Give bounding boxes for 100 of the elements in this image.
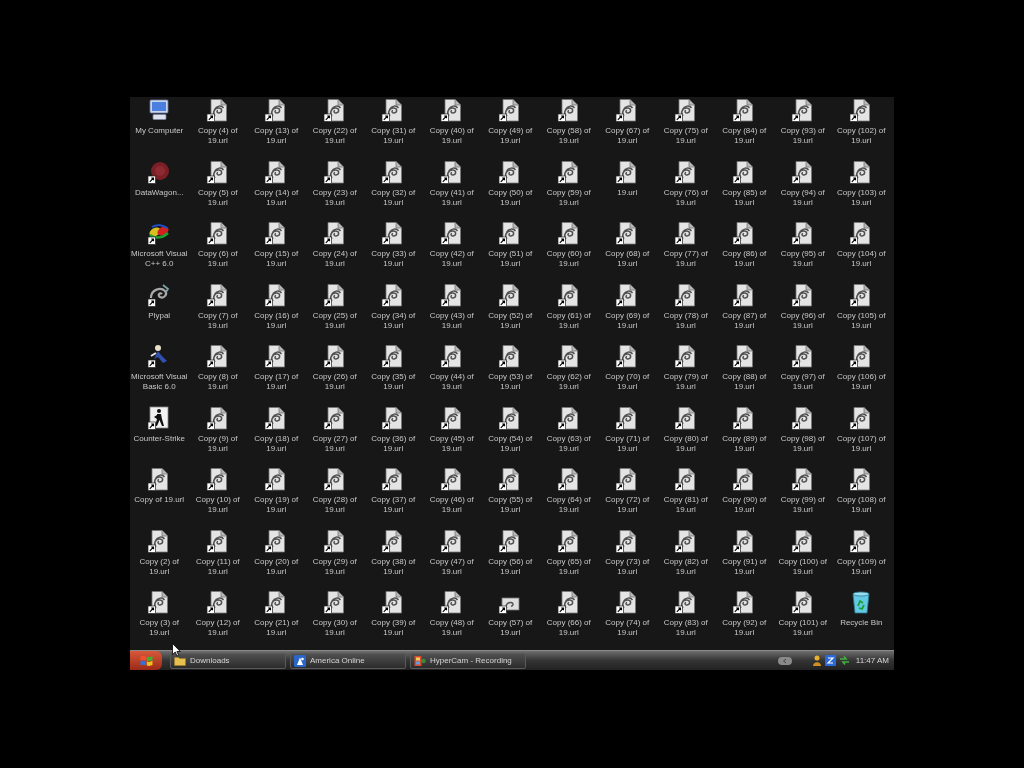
desktop-item[interactable]: Copy (29) of 19.url [305,527,364,577]
desktop-item[interactable]: Copy (59) of 19.url [539,158,598,208]
desktop-item[interactable]: Copy (25) of 19.url [305,281,364,331]
desktop-item[interactable]: Copy (88) of 19.url [715,343,774,392]
desktop-item[interactable]: Copy (35) of 19.url [364,343,423,392]
desktop-item[interactable]: Copy (72) of 19.url [598,466,657,515]
desktop-item[interactable]: Copy (97) of 19.url [773,343,832,392]
desktop-item[interactable]: Recycle Bin [832,589,891,628]
desktop-item[interactable]: Copy (102) of 19.url [832,97,891,146]
desktop-item[interactable]: Copy (89) of 19.url [715,404,774,454]
desktop-item[interactable]: Copy (53) of 19.url [481,343,540,392]
desktop-item[interactable]: Copy (83) of 19.url [656,589,715,638]
desktop-item[interactable]: Copy (75) of 19.url [656,97,715,146]
desktop-item[interactable]: Copy (103) of 19.url [832,158,891,208]
desktop-item[interactable]: Copy (73) of 19.url [598,527,657,577]
desktop-item[interactable]: Copy (31) of 19.url [364,97,423,146]
desktop-item[interactable]: Copy (22) of 19.url [305,97,364,146]
desktop-item[interactable]: Copy (27) of 19.url [305,404,364,454]
desktop-item[interactable]: Copy (41) of 19.url [422,158,481,208]
desktop-item[interactable]: Copy (77) of 19.url [656,220,715,269]
desktop-item[interactable]: Copy (86) of 19.url [715,220,774,269]
desktop-item[interactable]: Copy (87) of 19.url [715,281,774,331]
desktop-item[interactable]: Copy (32) of 19.url [364,158,423,208]
desktop-item[interactable]: Copy (100) of 19.url [773,527,832,577]
desktop-item[interactable]: Copy (34) of 19.url [364,281,423,331]
desktop-item[interactable]: Copy (20) of 19.url [247,527,306,577]
desktop-item[interactable]: Copy (45) of 19.url [422,404,481,454]
desktop-item[interactable]: Copy (51) of 19.url [481,220,540,269]
tile-icon[interactable] [824,655,836,666]
desktop-item[interactable]: Copy (64) of 19.url [539,466,598,515]
desktop-item[interactable]: DataWagon... [130,158,189,198]
desktop-item[interactable]: Copy (61) of 19.url [539,281,598,331]
desktop-item[interactable]: Copy (15) of 19.url [247,220,306,269]
desktop-item[interactable]: Copy (50) of 19.url [481,158,540,208]
person-icon[interactable] [811,655,822,666]
desktop-item[interactable]: Copy (91) of 19.url [715,527,774,577]
desktop-item[interactable]: Copy (81) of 19.url [656,466,715,515]
desktop-item[interactable]: Copy of 19.url [130,466,189,505]
desktop-item[interactable]: Copy (46) of 19.url [422,466,481,515]
desktop-item[interactable]: Copy (8) of 19.url [188,343,247,392]
desktop-item[interactable]: Copy (79) of 19.url [656,343,715,392]
desktop-item[interactable]: Copy (95) of 19.url [773,220,832,269]
desktop-item[interactable]: Copy (36) of 19.url [364,404,423,454]
desktop-item[interactable]: Copy (42) of 19.url [422,220,481,269]
desktop-item[interactable]: Copy (49) of 19.url [481,97,540,146]
desktop-item[interactable]: Copy (60) of 19.url [539,220,598,269]
arrows-icon[interactable] [838,655,850,666]
desktop-item[interactable]: Copy (33) of 19.url [364,220,423,269]
desktop-item[interactable]: Copy (109) of 19.url [832,527,891,577]
desktop-item[interactable]: Copy (69) of 19.url [598,281,657,331]
desktop-item[interactable]: Copy (14) of 19.url [247,158,306,208]
desktop-item[interactable]: Copy (13) of 19.url [247,97,306,146]
desktop-item[interactable]: Copy (12) of 19.url [188,589,247,638]
desktop-item[interactable]: Copy (18) of 19.url [247,404,306,454]
desktop-item[interactable]: Copy (48) of 19.url [422,589,481,638]
desktop-item[interactable]: Copy (58) of 19.url [539,97,598,146]
desktop-item[interactable]: Copy (19) of 19.url [247,466,306,515]
desktop-item[interactable]: Copy (101) of 19.url [773,589,832,638]
start-button[interactable] [130,651,162,670]
desktop-item[interactable]: Copy (4) of 19.url [188,97,247,146]
desktop-item[interactable]: Copy (106) of 19.url [832,343,891,392]
desktop-item[interactable]: Copy (43) of 19.url [422,281,481,331]
desktop-item[interactable]: Copy (47) of 19.url [422,527,481,577]
desktop-item[interactable]: Copy (52) of 19.url [481,281,540,331]
desktop-item[interactable]: Copy (2) of 19.url [130,527,189,577]
desktop-item[interactable]: Copy (104) of 19.url [832,220,891,269]
desktop-item[interactable]: Copy (54) of 19.url [481,404,540,454]
desktop-item[interactable]: Copy (39) of 19.url [364,589,423,638]
desktop-item[interactable]: Copy (68) of 19.url [598,220,657,269]
chevron-icon[interactable] [777,656,792,665]
desktop-item[interactable]: Copy (21) of 19.url [247,589,306,638]
desktop-item[interactable]: Copy (24) of 19.url [305,220,364,269]
desktop-item[interactable]: Copy (65) of 19.url [539,527,598,577]
desktop-item[interactable]: Copy (74) of 19.url [598,589,657,638]
desktop-item[interactable]: Copy (37) of 19.url [364,466,423,515]
desktop-item[interactable]: Copy (99) of 19.url [773,466,832,515]
taskbar-button[interactable]: America Online [290,652,406,669]
desktop-item[interactable]: Copy (11) of 19.url [188,527,247,577]
desktop-item[interactable]: Copy (44) of 19.url [422,343,481,392]
desktop-item[interactable]: Microsoft Visual Basic 6.0 [130,343,189,392]
desktop-item[interactable]: Copy (23) of 19.url [305,158,364,208]
desktop-item[interactable]: Copy (10) of 19.url [188,466,247,515]
desktop-item[interactable]: Copy (108) of 19.url [832,466,891,515]
desktop-item[interactable]: 19.url [598,158,657,198]
desktop-item[interactable]: Copy (70) of 19.url [598,343,657,392]
desktop-item[interactable]: Copy (107) of 19.url [832,404,891,454]
desktop-item[interactable]: Plypal [130,281,189,321]
desktop-item[interactable]: Copy (63) of 19.url [539,404,598,454]
desktop-item[interactable]: Copy (96) of 19.url [773,281,832,331]
desktop-item[interactable]: Copy (62) of 19.url [539,343,598,392]
desktop-item[interactable]: Copy (55) of 19.url [481,466,540,515]
desktop-item[interactable]: Copy (105) of 19.url [832,281,891,331]
desktop-item[interactable]: Copy (3) of 19.url [130,589,189,638]
desktop-item[interactable]: Copy (9) of 19.url [188,404,247,454]
desktop-item[interactable]: Copy (71) of 19.url [598,404,657,454]
desktop-item[interactable]: Copy (94) of 19.url [773,158,832,208]
desktop-item[interactable]: Copy (90) of 19.url [715,466,774,515]
desktop-item[interactable]: Copy (85) of 19.url [715,158,774,208]
desktop-item[interactable]: Copy (56) of 19.url [481,527,540,577]
desktop-item[interactable]: Copy (92) of 19.url [715,589,774,638]
